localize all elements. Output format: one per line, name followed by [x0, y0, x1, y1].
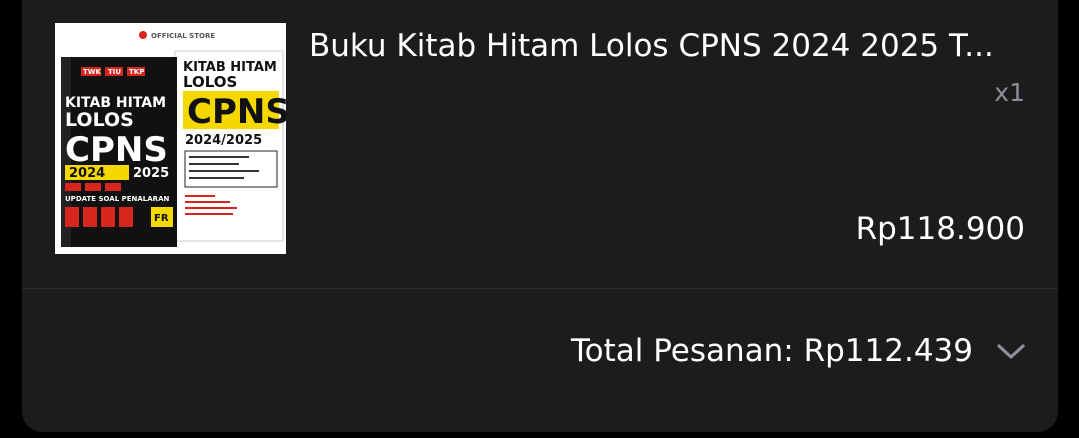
chevron-down-icon[interactable] [995, 340, 1027, 362]
front-year-b: 2025 [133, 166, 169, 181]
fr-label: FR [154, 213, 169, 224]
back-title-line2: LOLOS [183, 73, 237, 91]
product-thumbnail[interactable]: OFFICIAL STORE KITAB HITAM LOLOS CPNS 20… [55, 23, 286, 254]
front-tag-1: TWK [83, 68, 101, 76]
front-year-a: 2024 [69, 166, 105, 181]
update-text: UPDATE SOAL PENALARAN [65, 195, 169, 203]
book-cover-image: OFFICIAL STORE KITAB HITAM LOLOS CPNS 20… [55, 23, 286, 254]
store-badge-text: OFFICIAL STORE [151, 32, 215, 40]
product-title[interactable]: Buku Kitab Hitam Lolos CPNS 2024 2025 T.… [309, 26, 1029, 66]
front-title-line2: LOLOS [65, 109, 134, 131]
divider [22, 288, 1058, 289]
product-price: Rp118.900 [855, 211, 1025, 247]
front-tag-3: TKP [129, 68, 144, 76]
order-total-label: Total Pesanan: Rp112.439 [570, 333, 973, 369]
back-year: 2024/2025 [185, 133, 262, 148]
front-tag-2: TIU [108, 68, 121, 76]
product-quantity: x1 [994, 78, 1025, 107]
order-total-row[interactable]: Total Pesanan: Rp112.439 [571, 333, 1027, 369]
back-title-line3: CPNS [187, 92, 286, 132]
front-title-line3: CPNS [65, 130, 168, 170]
